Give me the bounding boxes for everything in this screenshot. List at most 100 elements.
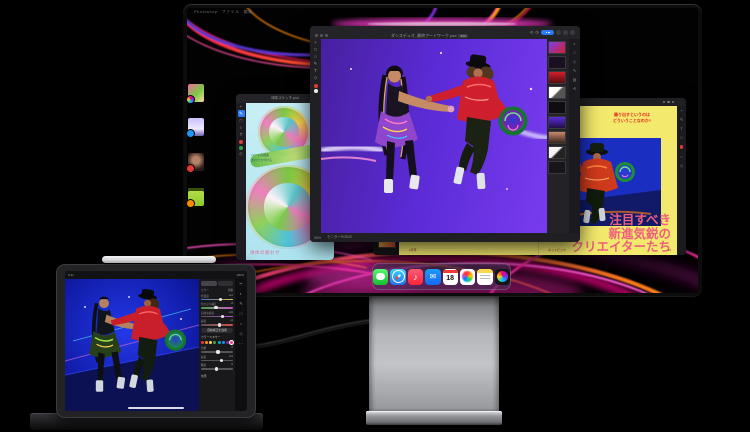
dock-photos-icon[interactable]: [460, 269, 475, 285]
layer-thumbnail[interactable]: [548, 86, 566, 99]
layer-thumbnail[interactable]: [548, 161, 566, 174]
layer-thumbnail[interactable]: [548, 101, 566, 114]
desktop-file-portrait[interactable]: [188, 153, 204, 171]
color-swatch[interactable]: [222, 341, 225, 344]
lasso-tool-icon[interactable]: ○: [240, 124, 243, 131]
brush-tool-icon[interactable]: ✎: [314, 60, 318, 67]
more-tool-icon[interactable]: ⋯: [239, 339, 243, 349]
layers-panel-icon[interactable]: ▤: [573, 75, 577, 84]
layer-thumbnail[interactable]: [548, 71, 566, 84]
brush-tool-icon[interactable]: ✎: [239, 299, 242, 309]
history-panel-icon[interactable]: ⟲: [573, 84, 576, 93]
dock: ♪ ✉ 18: [372, 263, 511, 290]
move-tool-icon[interactable]: +: [314, 39, 317, 46]
layer-thumbnail[interactable]: [548, 131, 566, 144]
fill-color-swatch[interactable]: [680, 145, 684, 149]
dock-notes-icon[interactable]: [477, 269, 492, 285]
pen-tool-icon[interactable]: ✎: [680, 115, 683, 124]
color-swatch[interactable]: [205, 341, 208, 344]
color-mixer-label: カラーミキサー: [201, 335, 233, 339]
slider-saturation[interactable]: 彩度+6: [201, 319, 233, 326]
color-swatch[interactable]: [213, 341, 216, 344]
ipad-tool-strip: ✂ ◐ ✎ □ ○ ◇ ⋯: [235, 279, 247, 411]
adjust-tool-icon[interactable]: ◐: [240, 289, 242, 299]
shape-tool-icon[interactable]: ◇: [239, 329, 242, 339]
auto-label[interactable]: 自動: [228, 288, 233, 292]
brushes-panel-icon[interactable]: ✎: [573, 66, 576, 75]
window-control-icon[interactable]: [663, 101, 666, 104]
page-number: 16: [668, 248, 671, 252]
properties-panel-icon[interactable]: □: [573, 48, 575, 57]
photoshop-main-window: ダンスデュオ_最終アートワーク.psd50% ⟲ ⟳ + □ ○: [310, 26, 580, 242]
dock-mail-icon[interactable]: ✉: [425, 269, 440, 285]
slider-vibrance[interactable]: 自然な彩度+24: [201, 311, 233, 318]
frame-tool-icon[interactable]: □: [680, 133, 682, 142]
panel-icon-strip: ◐ □ ◇ ✎ ▤ ⟲: [569, 39, 580, 242]
slider-temperature[interactable]: 色温度+12: [201, 294, 233, 301]
heal-tool-icon[interactable]: ○: [240, 319, 242, 329]
desktop-file-flyer[interactable]: [188, 188, 204, 206]
ipad-status-bar: 9:41 100%: [65, 271, 247, 279]
ipad-canvas-artwork: [65, 279, 199, 411]
home-indicator[interactable]: [128, 407, 184, 409]
color-swatch[interactable]: [226, 341, 229, 344]
dock-music-icon[interactable]: ♪: [408, 269, 423, 285]
dock-creative-app-icon[interactable]: [495, 269, 510, 285]
canvas-footer-text: 球体の惑わせ: [250, 250, 280, 256]
move-tool-icon[interactable]: +: [240, 103, 243, 110]
undo-icon[interactable]: ⟲: [529, 30, 533, 36]
layer-thumbnail[interactable]: [548, 116, 566, 129]
color-swatch-row: [201, 341, 233, 344]
type-tool-icon[interactable]: T: [240, 131, 243, 138]
menu-edit[interactable]: 編集: [244, 9, 253, 15]
color-panel-icon[interactable]: ◐: [573, 39, 575, 48]
dock-messages-icon[interactable]: [373, 269, 388, 285]
lasso-tool-icon[interactable]: ○: [314, 53, 317, 60]
color-swatch[interactable]: [218, 341, 221, 344]
share-button[interactable]: [541, 30, 554, 35]
zoom-tool-icon[interactable]: ◇: [239, 150, 242, 157]
slider-hue[interactable]: 色相0: [201, 346, 233, 353]
kicker-text: 踊り出すというのは どういうことなのか?: [593, 112, 671, 123]
color-swatch[interactable]: [201, 341, 204, 344]
shape-tool-icon[interactable]: ◇: [314, 74, 317, 81]
slider-tint[interactable]: 色かぶり補正-8: [201, 302, 233, 309]
frame-tool-icon[interactable]: □: [240, 309, 242, 319]
menu-app-name[interactable]: Photoshop: [194, 9, 218, 15]
panel-segmented-control[interactable]: [201, 281, 233, 286]
layer-thumbnail[interactable]: [548, 146, 566, 159]
menu-file[interactable]: ファイル: [222, 9, 240, 15]
adjustments-panel-icon[interactable]: ◇: [573, 57, 576, 66]
auto-enhance-button[interactable]: 自動補正を適用: [201, 328, 233, 333]
help-icon[interactable]: [563, 30, 568, 35]
dancer-right: [426, 54, 528, 189]
zoom-level[interactable]: 50%: [314, 236, 321, 240]
color-swatch-selected[interactable]: [230, 341, 233, 344]
panel-toggle-icon[interactable]: [570, 30, 575, 35]
settings-icon[interactable]: [556, 30, 561, 35]
window-control-icon[interactable]: [672, 101, 675, 104]
desktop-file-art[interactable]: [188, 84, 204, 102]
window-control-icon[interactable]: [667, 101, 670, 104]
hand-tool-icon[interactable]: ○: [680, 152, 682, 161]
marquee-tool-icon[interactable]: □: [314, 46, 317, 53]
slider-luminance[interactable]: 輝度-5: [201, 363, 233, 370]
background-color-swatch[interactable]: [314, 89, 318, 93]
color-swatch[interactable]: [209, 341, 212, 344]
foreground-color-swatch[interactable]: [314, 84, 318, 88]
layer-thumbnail[interactable]: [548, 41, 566, 54]
marquee-tool-icon[interactable]: □: [240, 117, 243, 124]
desktop-file-magazine[interactable]: [188, 118, 204, 136]
type-tool-icon[interactable]: T: [314, 67, 317, 74]
selection-tool-icon[interactable]: +: [680, 106, 682, 115]
layer-thumbnail[interactable]: [548, 56, 566, 69]
zoom-tool-icon[interactable]: ◇: [680, 161, 683, 170]
dock-safari-icon[interactable]: [390, 269, 405, 285]
brush-tool-icon[interactable]: ✎: [238, 110, 245, 117]
redo-icon[interactable]: ⟳: [535, 30, 539, 36]
type-tool-icon[interactable]: T: [680, 124, 682, 133]
crop-tool-icon[interactable]: ✂: [239, 279, 242, 289]
slider-mix-saturation[interactable]: 彩度+15: [201, 355, 233, 362]
dock-calendar-icon[interactable]: 18: [443, 269, 458, 285]
foreground-color-swatch[interactable]: [239, 140, 243, 144]
